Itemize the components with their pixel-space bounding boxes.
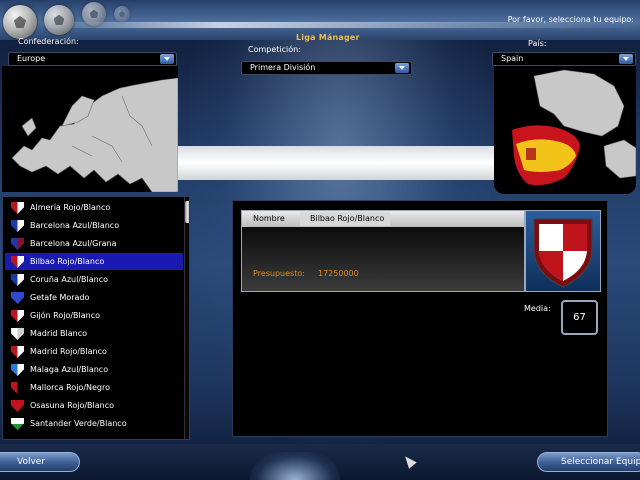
football-icon bbox=[114, 6, 130, 22]
team-crest-icon bbox=[533, 218, 593, 288]
team-info-box: Nombre Bilbao Rojo/Blanco Presupuesto: 1… bbox=[241, 210, 525, 292]
scrollbar-thumb[interactable] bbox=[185, 201, 189, 223]
country-label: País: bbox=[528, 39, 547, 48]
team-name: Madrid Rojo/Blanco bbox=[30, 347, 107, 356]
team-list-item[interactable]: Coruña Azul/Blanco bbox=[5, 271, 183, 288]
team-name: Almería Rojo/Blanco bbox=[30, 203, 111, 212]
team-name: Barcelona Azul/Blanco bbox=[30, 221, 120, 230]
team-name: Osasuna Rojo/Blanco bbox=[30, 401, 115, 410]
media-label: Media: bbox=[524, 304, 551, 313]
team-shield-icon bbox=[11, 292, 24, 304]
team-shield-icon bbox=[11, 328, 24, 340]
team-name: Barcelona Azul/Grana bbox=[30, 239, 117, 248]
team-shield-icon bbox=[11, 310, 24, 322]
confederation-dropdown[interactable]: Europe bbox=[8, 52, 177, 66]
team-name: Malaga Azul/Blanco bbox=[30, 365, 109, 374]
team-shield-icon bbox=[11, 364, 24, 376]
football-icon bbox=[44, 5, 74, 35]
team-shield-icon bbox=[11, 346, 24, 358]
team-list-item[interactable]: Barcelona Azul/Blanco bbox=[5, 217, 183, 234]
select-team-button[interactable]: Seleccionar Equipo bbox=[537, 452, 640, 472]
team-list-item[interactable]: Almería Rojo/Blanco bbox=[5, 199, 183, 216]
media-value: 67 bbox=[573, 312, 586, 323]
team-list-item[interactable]: Barcelona Azul/Grana bbox=[5, 235, 183, 252]
team-name-value: Bilbao Rojo/Blanco bbox=[300, 212, 390, 226]
team-shield-icon bbox=[11, 382, 24, 394]
confederation-value: Europe bbox=[17, 54, 46, 63]
country-value: Spain bbox=[501, 54, 524, 63]
select-team-prompt: Por favor, selecciona tu equipo: bbox=[507, 15, 634, 24]
decorative-light-band bbox=[170, 146, 495, 180]
team-shield-icon bbox=[11, 202, 24, 214]
team-name-header: Nombre Bilbao Rojo/Blanco bbox=[242, 211, 524, 227]
europe-map bbox=[2, 66, 178, 192]
team-shield-icon bbox=[11, 274, 24, 286]
team-list-item[interactable]: Getafe Morado bbox=[5, 289, 183, 306]
team-shield-icon bbox=[11, 238, 24, 250]
media-rating-box: 67 bbox=[561, 300, 598, 335]
spain-map bbox=[494, 66, 636, 194]
team-name: Bilbao Rojo/Blanco bbox=[30, 257, 105, 266]
competition-label: Competición: bbox=[248, 45, 301, 54]
app-title: Liga Mánager bbox=[296, 33, 360, 42]
country-dropdown[interactable]: Spain bbox=[492, 52, 636, 66]
back-button[interactable]: Volver bbox=[0, 452, 80, 472]
team-list-item[interactable]: Madrid Rojo/Blanco bbox=[5, 343, 183, 360]
competition-value: Primera División bbox=[250, 63, 316, 72]
back-button-label: Volver bbox=[17, 457, 46, 467]
team-list-item[interactable]: Madrid Blanco bbox=[5, 325, 183, 342]
team-detail-panel: Nombre Bilbao Rojo/Blanco Presupuesto: 1… bbox=[232, 200, 608, 437]
team-list-item[interactable]: Santander Verde/Blanco bbox=[5, 415, 183, 432]
football-icon bbox=[3, 5, 37, 39]
team-shield-icon bbox=[11, 400, 24, 412]
team-name: Santander Verde/Blanco bbox=[30, 419, 127, 428]
team-name: Mallorca Rojo/Negro bbox=[30, 383, 110, 392]
europe-map-icon bbox=[11, 77, 178, 192]
football-icon bbox=[82, 2, 106, 26]
team-name: Gijón Rojo/Blanco bbox=[30, 311, 101, 320]
team-shield-icon bbox=[11, 256, 24, 268]
team-name-label: Nombre bbox=[253, 214, 285, 223]
team-shield-icon bbox=[11, 220, 24, 232]
bottom-glow bbox=[250, 452, 340, 480]
confederation-label: Confederación: bbox=[18, 37, 79, 46]
team-name: Getafe Morado bbox=[30, 293, 90, 302]
budget-value: 17250000 bbox=[318, 269, 359, 278]
select-team-button-label: Seleccionar Equipo bbox=[561, 457, 640, 467]
chevron-down-icon[interactable] bbox=[160, 54, 174, 64]
spain-map-icon bbox=[512, 69, 636, 186]
team-crest-box bbox=[525, 210, 601, 292]
team-shield-icon bbox=[11, 418, 24, 430]
chevron-down-icon[interactable] bbox=[395, 63, 409, 73]
team-list-scrollbar[interactable] bbox=[184, 197, 189, 439]
budget-label: Presupuesto: bbox=[253, 269, 305, 278]
team-list-item[interactable]: Malaga Azul/Blanco bbox=[5, 361, 183, 378]
team-list-item[interactable]: Gijón Rojo/Blanco bbox=[5, 307, 183, 324]
team-list-item[interactable]: Mallorca Rojo/Negro bbox=[5, 379, 183, 396]
team-name: Coruña Azul/Blanco bbox=[30, 275, 108, 284]
competition-dropdown[interactable]: Primera División bbox=[241, 61, 412, 75]
team-list-item[interactable]: Osasuna Rojo/Blanco bbox=[5, 397, 183, 414]
team-list[interactable]: Almería Rojo/Blanco Barcelona Azul/Blanc… bbox=[2, 196, 190, 440]
chevron-down-icon[interactable] bbox=[619, 54, 633, 64]
team-name: Madrid Blanco bbox=[30, 329, 87, 338]
team-list-item-selected[interactable]: Bilbao Rojo/Blanco bbox=[5, 253, 183, 270]
